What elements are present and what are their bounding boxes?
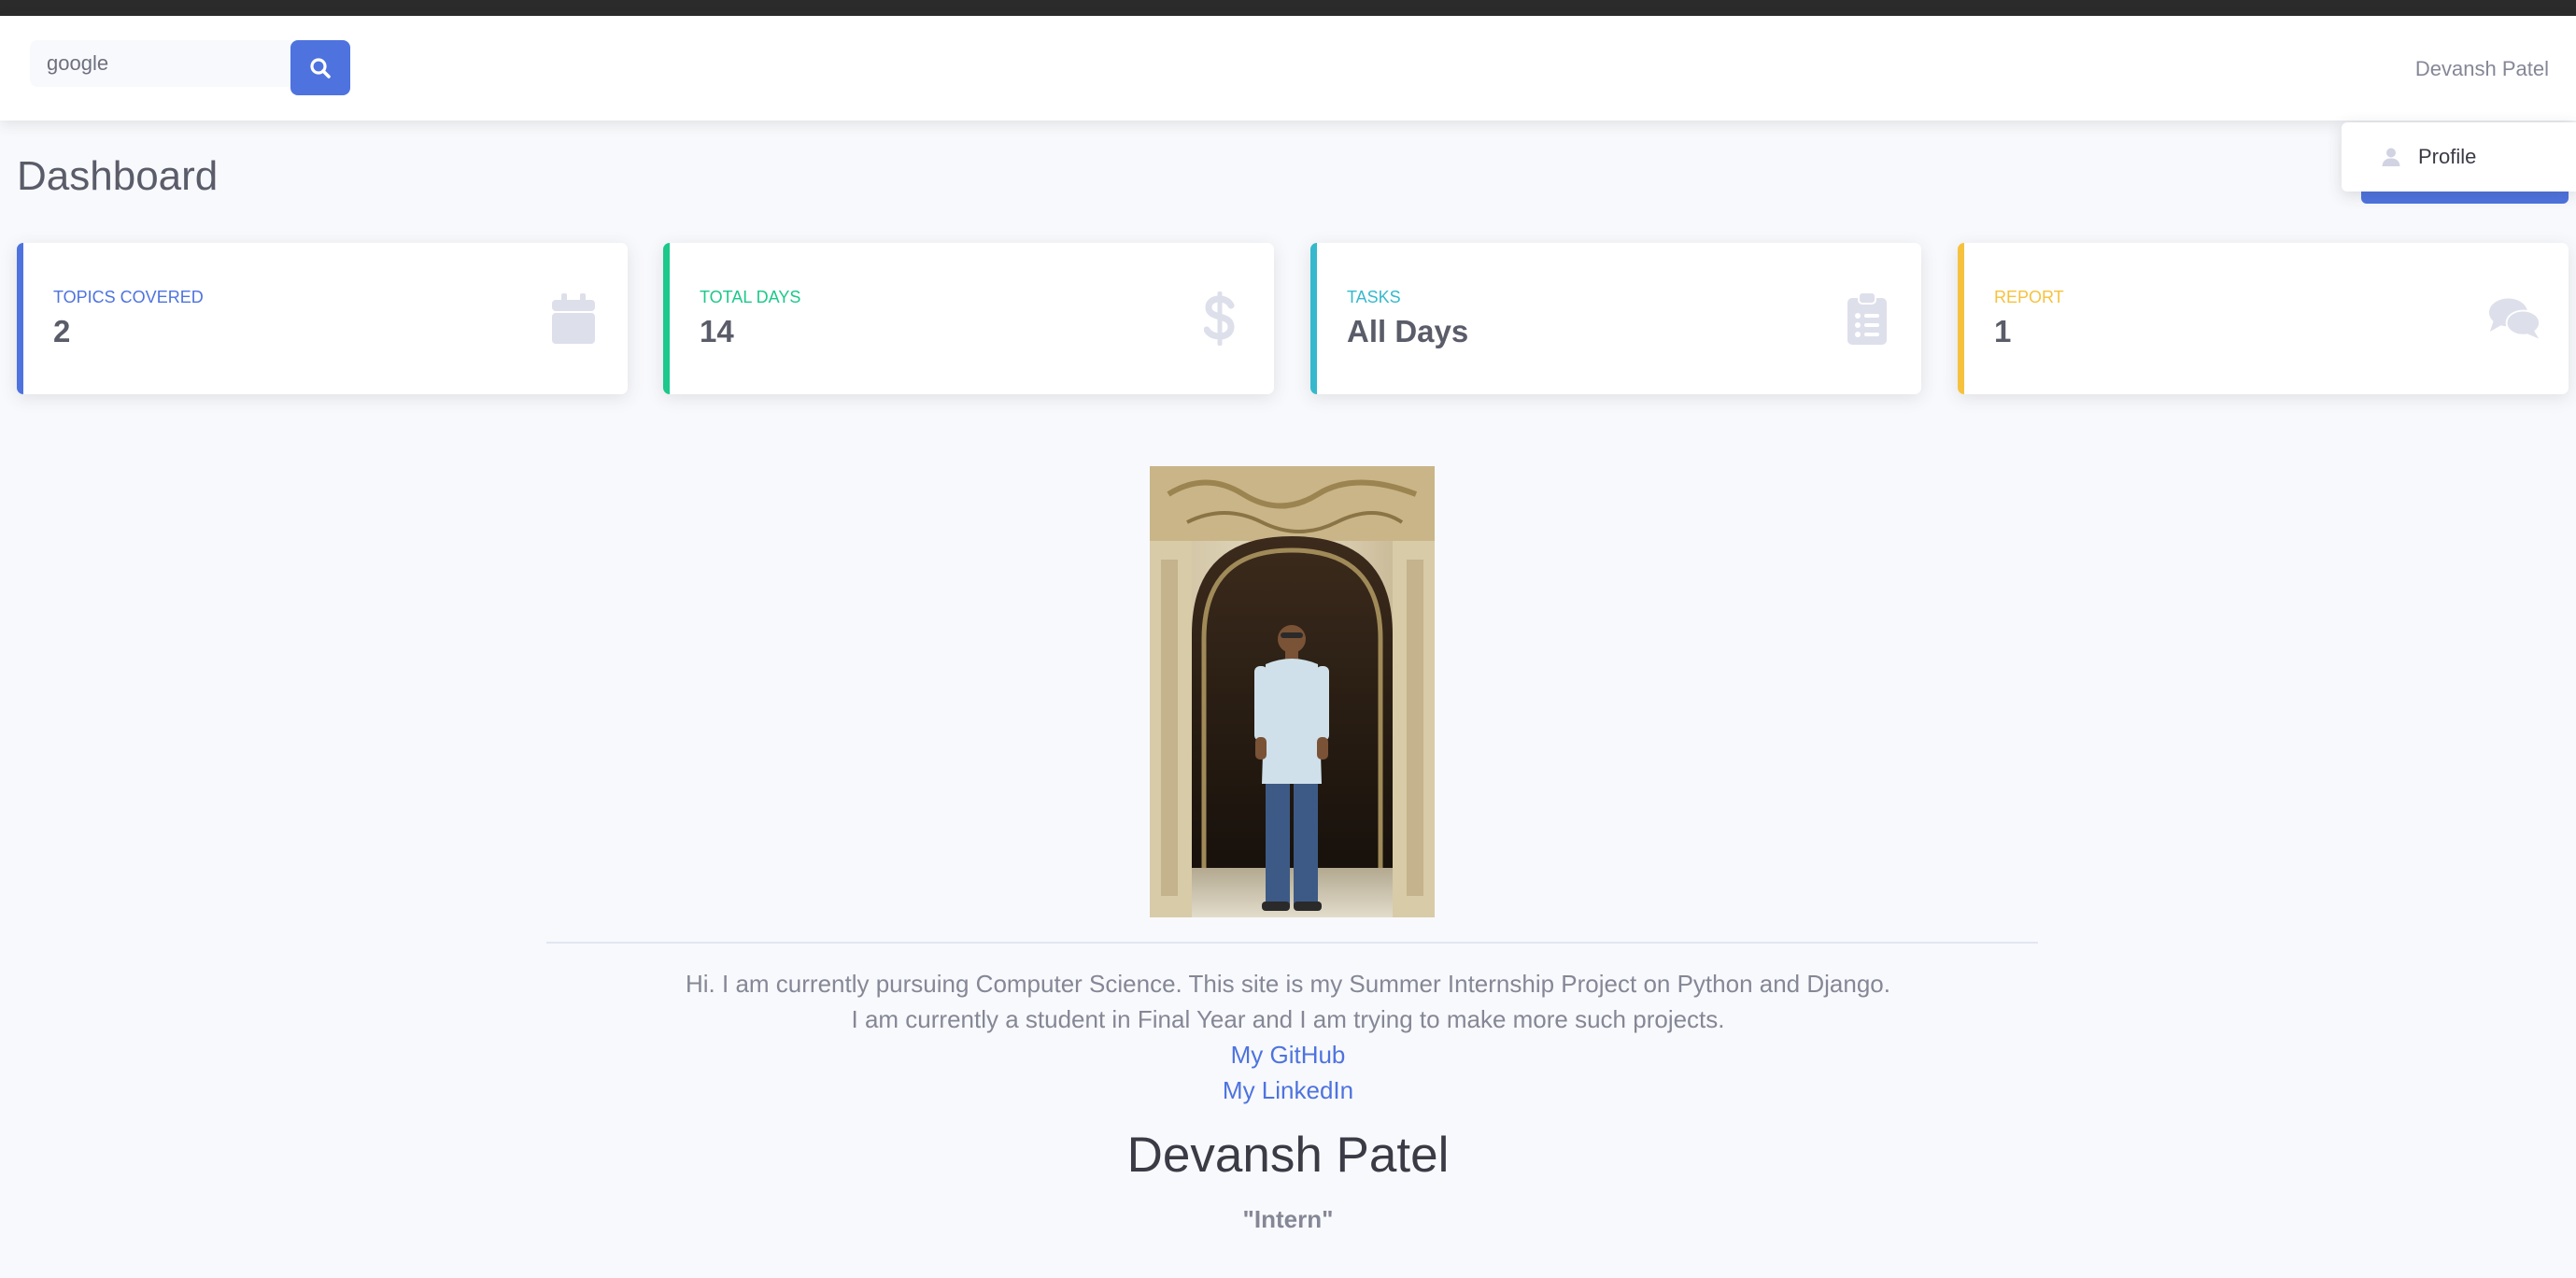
search-button[interactable] [290,40,350,95]
card-value: 1 [1994,314,2012,348]
user-name[interactable]: Devansh Patel [2415,57,2549,81]
browser-top-strip [0,0,2576,16]
card-report: REPORT 1 [1958,243,2569,394]
user-icon [2382,148,2400,166]
search-icon [310,57,331,78]
card-value: 2 [53,314,71,348]
card-topics-covered: TOPICS COVERED 2 [17,243,628,394]
card-total-days: TOTAL DAYS 14 [663,243,1274,394]
card-value: 14 [700,314,734,348]
bio-line-2: I am currently a student in Final Year a… [851,1005,1725,1033]
bio-line-1: Hi. I am currently pursuing Computer Sci… [686,970,1890,998]
clipboard-list-icon [1841,290,1893,348]
dropdown-item-label: Profile [2418,145,2477,168]
profile-role: "Intern" [1242,1205,1334,1233]
dropdown-item-profile[interactable]: Profile [2381,145,2476,169]
card-label: TOTAL DAYS [700,288,801,306]
card-label: TOPICS COVERED [53,288,204,306]
github-link[interactable]: My GitHub [0,1041,2576,1070]
section-divider [546,942,2038,944]
dollar-icon [1194,290,1246,348]
page-title: Dashboard [17,153,219,199]
card-label: REPORT [1994,288,2064,306]
linkedin-link[interactable]: My LinkedIn [0,1076,2576,1105]
search-input[interactable] [30,40,291,87]
top-navbar: Devansh Patel [0,16,2576,121]
calendar-icon [547,290,600,348]
user-dropdown-menu: Profile [2342,122,2576,192]
profile-photo [1150,466,1435,917]
comments-icon [2488,290,2541,348]
card-label: TASKS [1347,288,1401,306]
card-value: All Days [1347,314,1469,348]
profile-name: Devansh Patel [1126,1128,1450,1183]
card-tasks: TASKS All Days [1310,243,1921,394]
